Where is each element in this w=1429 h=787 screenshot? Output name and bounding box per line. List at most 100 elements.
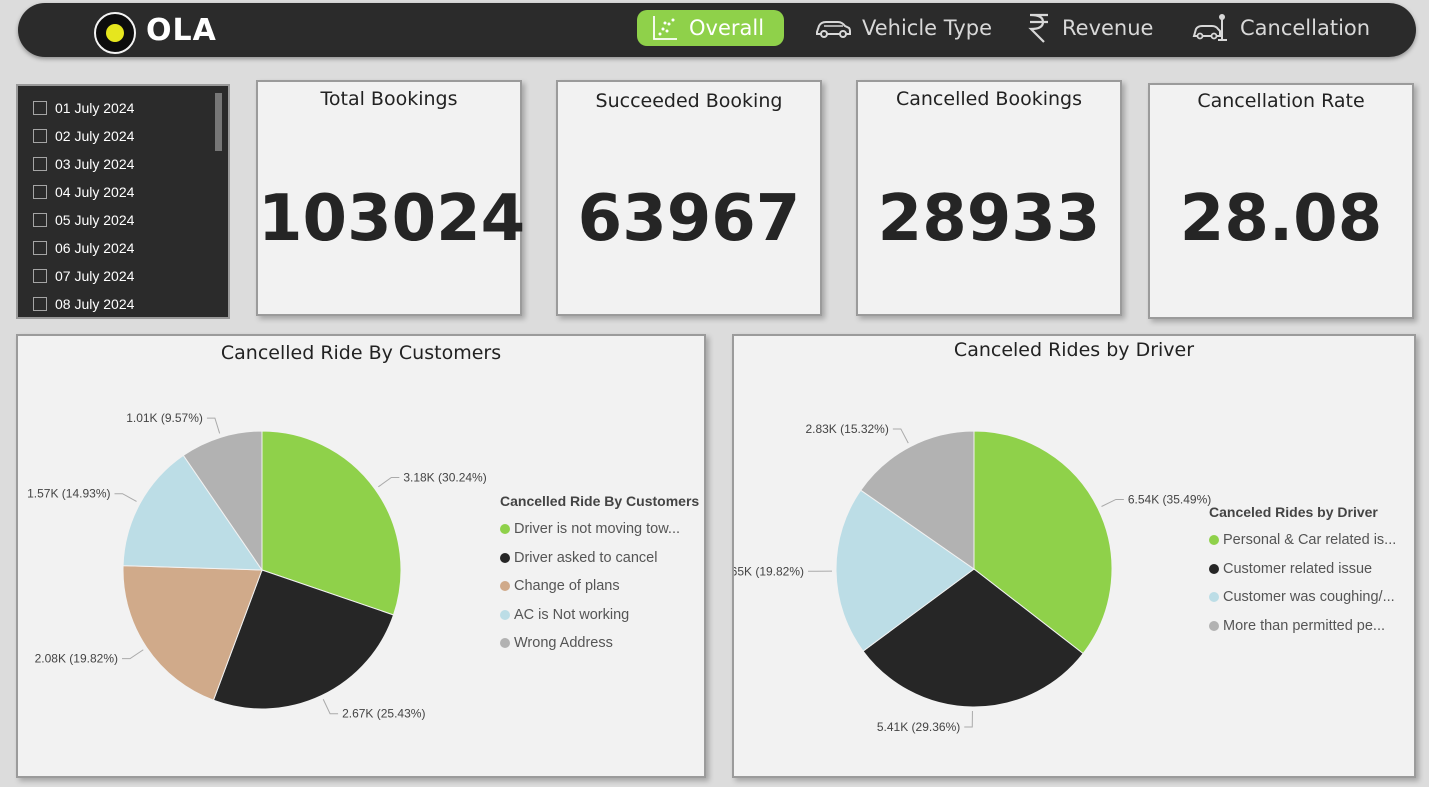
- date-option[interactable]: 08 July 2024: [33, 294, 134, 314]
- checkbox[interactable]: [33, 185, 47, 199]
- leader-line: [122, 649, 144, 660]
- leader-line: [964, 710, 973, 728]
- date-option[interactable]: 07 July 2024: [33, 266, 134, 286]
- data-label: 1.57K (14.93%): [27, 487, 110, 501]
- data-label: 5.41K (29.36%): [877, 720, 960, 734]
- checkbox[interactable]: [33, 129, 47, 143]
- legend-label: AC is Not working: [514, 606, 630, 623]
- kpi-card-total-bookings: Total Bookings 103024: [256, 80, 526, 316]
- car-icon: [816, 21, 851, 38]
- legend-title: Cancelled Ride By Customers: [500, 493, 700, 509]
- date-option-label: 04 July 2024: [55, 184, 135, 200]
- checkbox[interactable]: [33, 241, 47, 255]
- kpi-value: 103024: [258, 182, 526, 256]
- kpi-title: Cancelled Bookings: [895, 88, 1082, 110]
- legend-item[interactable]: Customer related issue: [1209, 555, 1396, 584]
- kpi-card-cancelled-bookings: Cancelled Bookings 28933: [856, 80, 1122, 316]
- kpi-value: 28933: [877, 182, 1101, 256]
- data-label: 2.08K (19.82%): [35, 652, 118, 666]
- legend-item[interactable]: Wrong Address: [500, 629, 699, 658]
- legend-dot-icon: [1209, 563, 1219, 574]
- date-option-label: 05 July 2024: [55, 212, 135, 228]
- legend-label: Wrong Address: [514, 635, 613, 652]
- kpi-title: Cancellation Rate: [1197, 90, 1365, 112]
- legend-item[interactable]: Driver asked to cancel: [500, 544, 699, 573]
- legend-label: Driver is not moving tow...: [514, 521, 680, 538]
- nav-tab-vehicle-type[interactable]: Vehicle Type: [814, 10, 992, 46]
- leader-line: [322, 699, 339, 715]
- kpi-card-cancellation-rate: Cancellation Rate 28.08: [1148, 83, 1414, 319]
- date-option[interactable]: 06 July 2024: [33, 238, 134, 258]
- chart-panel-driver-cancellations: Canceled Rides by Driver 6.54K (35.49%) 5…: [732, 334, 1416, 778]
- date-option[interactable]: 01 July 2024: [33, 98, 134, 118]
- legend-dot-icon: [500, 552, 510, 563]
- date-option-label: 07 July 2024: [55, 268, 135, 284]
- ola-logo-text: OLA: [146, 13, 217, 48]
- checkbox[interactable]: [33, 157, 47, 171]
- leader-line: [206, 417, 221, 434]
- date-option[interactable]: 02 July 2024: [33, 126, 134, 146]
- legend-item[interactable]: Driver is not moving tow...: [500, 515, 699, 544]
- leader-line: [1101, 498, 1124, 507]
- kpi-value: 63967: [577, 182, 801, 256]
- nav-tab-overall[interactable]: Overall: [637, 10, 784, 46]
- rupee-icon: [1028, 13, 1048, 43]
- legend-dot-icon: [500, 638, 510, 649]
- nav-tab-label: Overall: [689, 16, 765, 40]
- legend-dot-icon: [500, 609, 510, 620]
- legend-dot-icon: [1209, 620, 1219, 631]
- checkbox[interactable]: [33, 213, 47, 227]
- legend-label: Change of plans: [514, 578, 620, 595]
- leader-line: [114, 493, 137, 502]
- legend-label: Personal & Car related is...: [1223, 532, 1397, 549]
- scatter-chart-icon: [653, 16, 677, 40]
- date-option-label: 03 July 2024: [55, 156, 135, 172]
- legend-label: Customer related issue: [1223, 560, 1373, 577]
- date-option-label: 06 July 2024: [55, 240, 135, 256]
- legend-item[interactable]: More than permitted pe...: [1209, 612, 1396, 641]
- date-option-label: 02 July 2024: [55, 128, 135, 144]
- leader-line: [378, 477, 400, 488]
- kpi-title: Succeeded Booking: [595, 90, 783, 112]
- car-cancel-icon: [1192, 14, 1227, 41]
- legend-item[interactable]: Personal & Car related is...: [1209, 526, 1396, 555]
- data-label: 6.54K (35.49%): [1128, 492, 1211, 506]
- legend-dot-icon: [1209, 535, 1219, 546]
- legend-item[interactable]: Customer was coughing/...: [1209, 583, 1396, 612]
- slicer-scrollbar[interactable]: [215, 93, 222, 151]
- nav-tab-label: Cancellation: [1240, 16, 1371, 40]
- legend-dot-icon: [1209, 592, 1219, 603]
- nav-tab-label: Vehicle Type: [862, 16, 993, 40]
- ola-logo-icon: [94, 12, 136, 54]
- date-slicer[interactable]: 01 July 2024 02 July 2024 03 July 2024 0…: [16, 84, 230, 319]
- legend-item[interactable]: Change of plans: [500, 572, 699, 601]
- nav-tab-revenue[interactable]: Revenue: [1026, 10, 1153, 46]
- data-label: 2.83K (15.32%): [805, 422, 888, 436]
- data-label: 2.67K (25.43%): [342, 707, 425, 721]
- chart-legend: Cancelled Ride By Customers Driver is no…: [500, 493, 699, 658]
- date-option[interactable]: 03 July 2024: [33, 154, 134, 174]
- legend-dot-icon: [500, 581, 510, 592]
- kpi-value: 28.08: [1179, 182, 1383, 256]
- legend-label: Customer was coughing/...: [1223, 589, 1395, 606]
- date-option[interactable]: 04 July 2024: [33, 182, 134, 202]
- nav-tab-cancellation[interactable]: Cancellation: [1192, 10, 1370, 46]
- chart-panel-customer-cancellations: Cancelled Ride By Customers 3.18K (30.24…: [16, 334, 706, 778]
- checkbox[interactable]: [33, 297, 47, 311]
- legend-title: Canceled Rides by Driver: [1209, 504, 1378, 520]
- chart-legend: Canceled Rides by Driver Personal & Car …: [1209, 504, 1396, 640]
- leader-line: [892, 428, 909, 444]
- legend-dot-icon: [500, 524, 510, 535]
- legend-label: More than permitted pe...: [1223, 617, 1385, 634]
- data-label: 3.65K (19.82%): [734, 564, 804, 578]
- checkbox[interactable]: [33, 269, 47, 283]
- data-label: 3.18K (30.24%): [403, 471, 486, 485]
- data-label: 1.01K (9.57%): [126, 411, 203, 425]
- legend-label: Driver asked to cancel: [514, 549, 658, 566]
- checkbox[interactable]: [33, 101, 47, 115]
- date-option-label: 01 July 2024: [55, 100, 135, 116]
- date-option-label: 08 July 2024: [55, 296, 135, 312]
- kpi-card-succeeded-booking: Succeeded Booking 63967: [556, 80, 822, 316]
- date-option[interactable]: 05 July 2024: [33, 210, 134, 230]
- legend-item[interactable]: AC is Not working: [500, 601, 699, 630]
